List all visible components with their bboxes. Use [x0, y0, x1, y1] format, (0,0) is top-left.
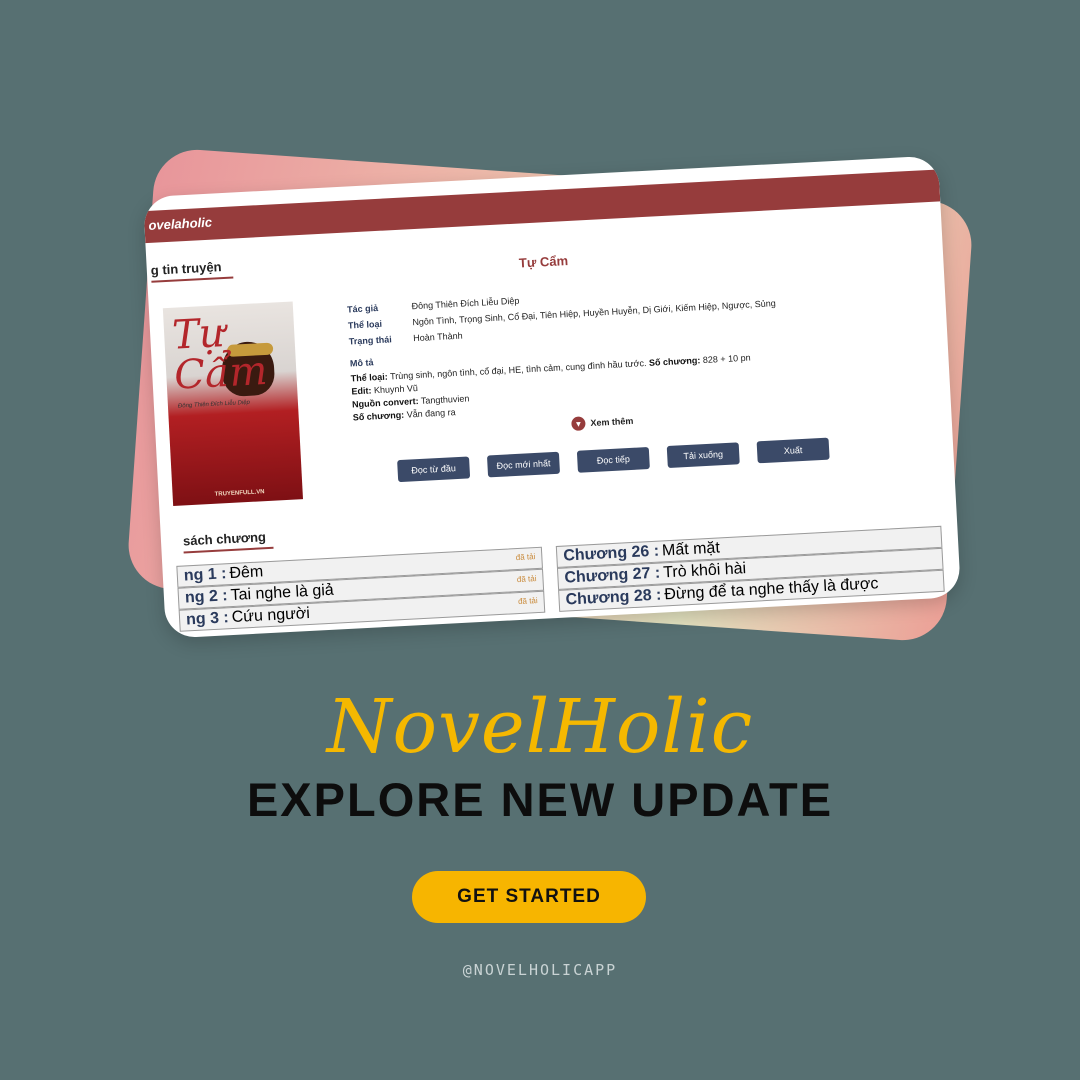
chapter-section-title: sách chương: [182, 529, 267, 549]
brand-script-title: NovelHolic: [326, 684, 754, 770]
downloaded-badge: đã tải: [517, 596, 538, 607]
chevron-down-icon: ▼: [571, 416, 586, 432]
download-button[interactable]: Tải xuống: [666, 442, 740, 469]
field-status-label: Trạng thái: [348, 334, 393, 347]
see-more-label: Xem thêm: [590, 415, 634, 429]
get-started-button[interactable]: GET STARTED: [412, 871, 646, 923]
cover-author: Đông Thiên Đích Liễu Diệp: [177, 399, 251, 410]
description: Thể loại: Trùng sinh, ngôn tình, cổ đại,…: [350, 352, 753, 425]
continue-reading-button[interactable]: Đọc tiếp: [576, 447, 650, 473]
see-more-button[interactable]: ▼ Xem thêm: [571, 414, 634, 432]
downloaded-badge: đã tải: [515, 552, 536, 563]
export-button[interactable]: Xuất: [756, 437, 830, 464]
read-latest-button[interactable]: Đọc mới nhất: [486, 451, 561, 478]
info-section-underline: [151, 276, 234, 283]
description-label: Mô tả: [349, 357, 374, 369]
read-from-start-button[interactable]: Đọc từ đầu: [397, 456, 471, 483]
field-author-label: Tác giả: [346, 302, 379, 315]
cover-brand: TRUYENFULL.VN: [214, 489, 265, 498]
field-status-value: Hoàn Thành: [412, 330, 463, 344]
social-handle[interactable]: @NOVELHOLICAPP: [0, 961, 1080, 979]
screenshot-card: ovelaholic g tin truyện Tự Cẩm Tự Cẩm Đô…: [142, 155, 962, 639]
book-cover: Tự Cẩm Đông Thiên Đích Liễu Diệp TRUYENF…: [162, 301, 304, 506]
book-title: Tự Cẩm: [518, 252, 569, 271]
cover-title: Tự Cẩm: [171, 310, 269, 399]
field-author-value[interactable]: Đông Thiên Đích Liễu Diệp: [411, 296, 519, 312]
info-section-title: g tin truyện: [150, 259, 222, 278]
field-genre-label: Thể loại: [347, 318, 383, 331]
field-status: Trạng thái Hoàn Thành: [349, 331, 463, 347]
promo-headline: EXPLORE NEW UPDATE: [246, 773, 834, 826]
downloaded-badge: đã tải: [516, 574, 537, 585]
field-author: Tác giả Đông Thiên Đích Liễu Diệp: [347, 296, 520, 315]
